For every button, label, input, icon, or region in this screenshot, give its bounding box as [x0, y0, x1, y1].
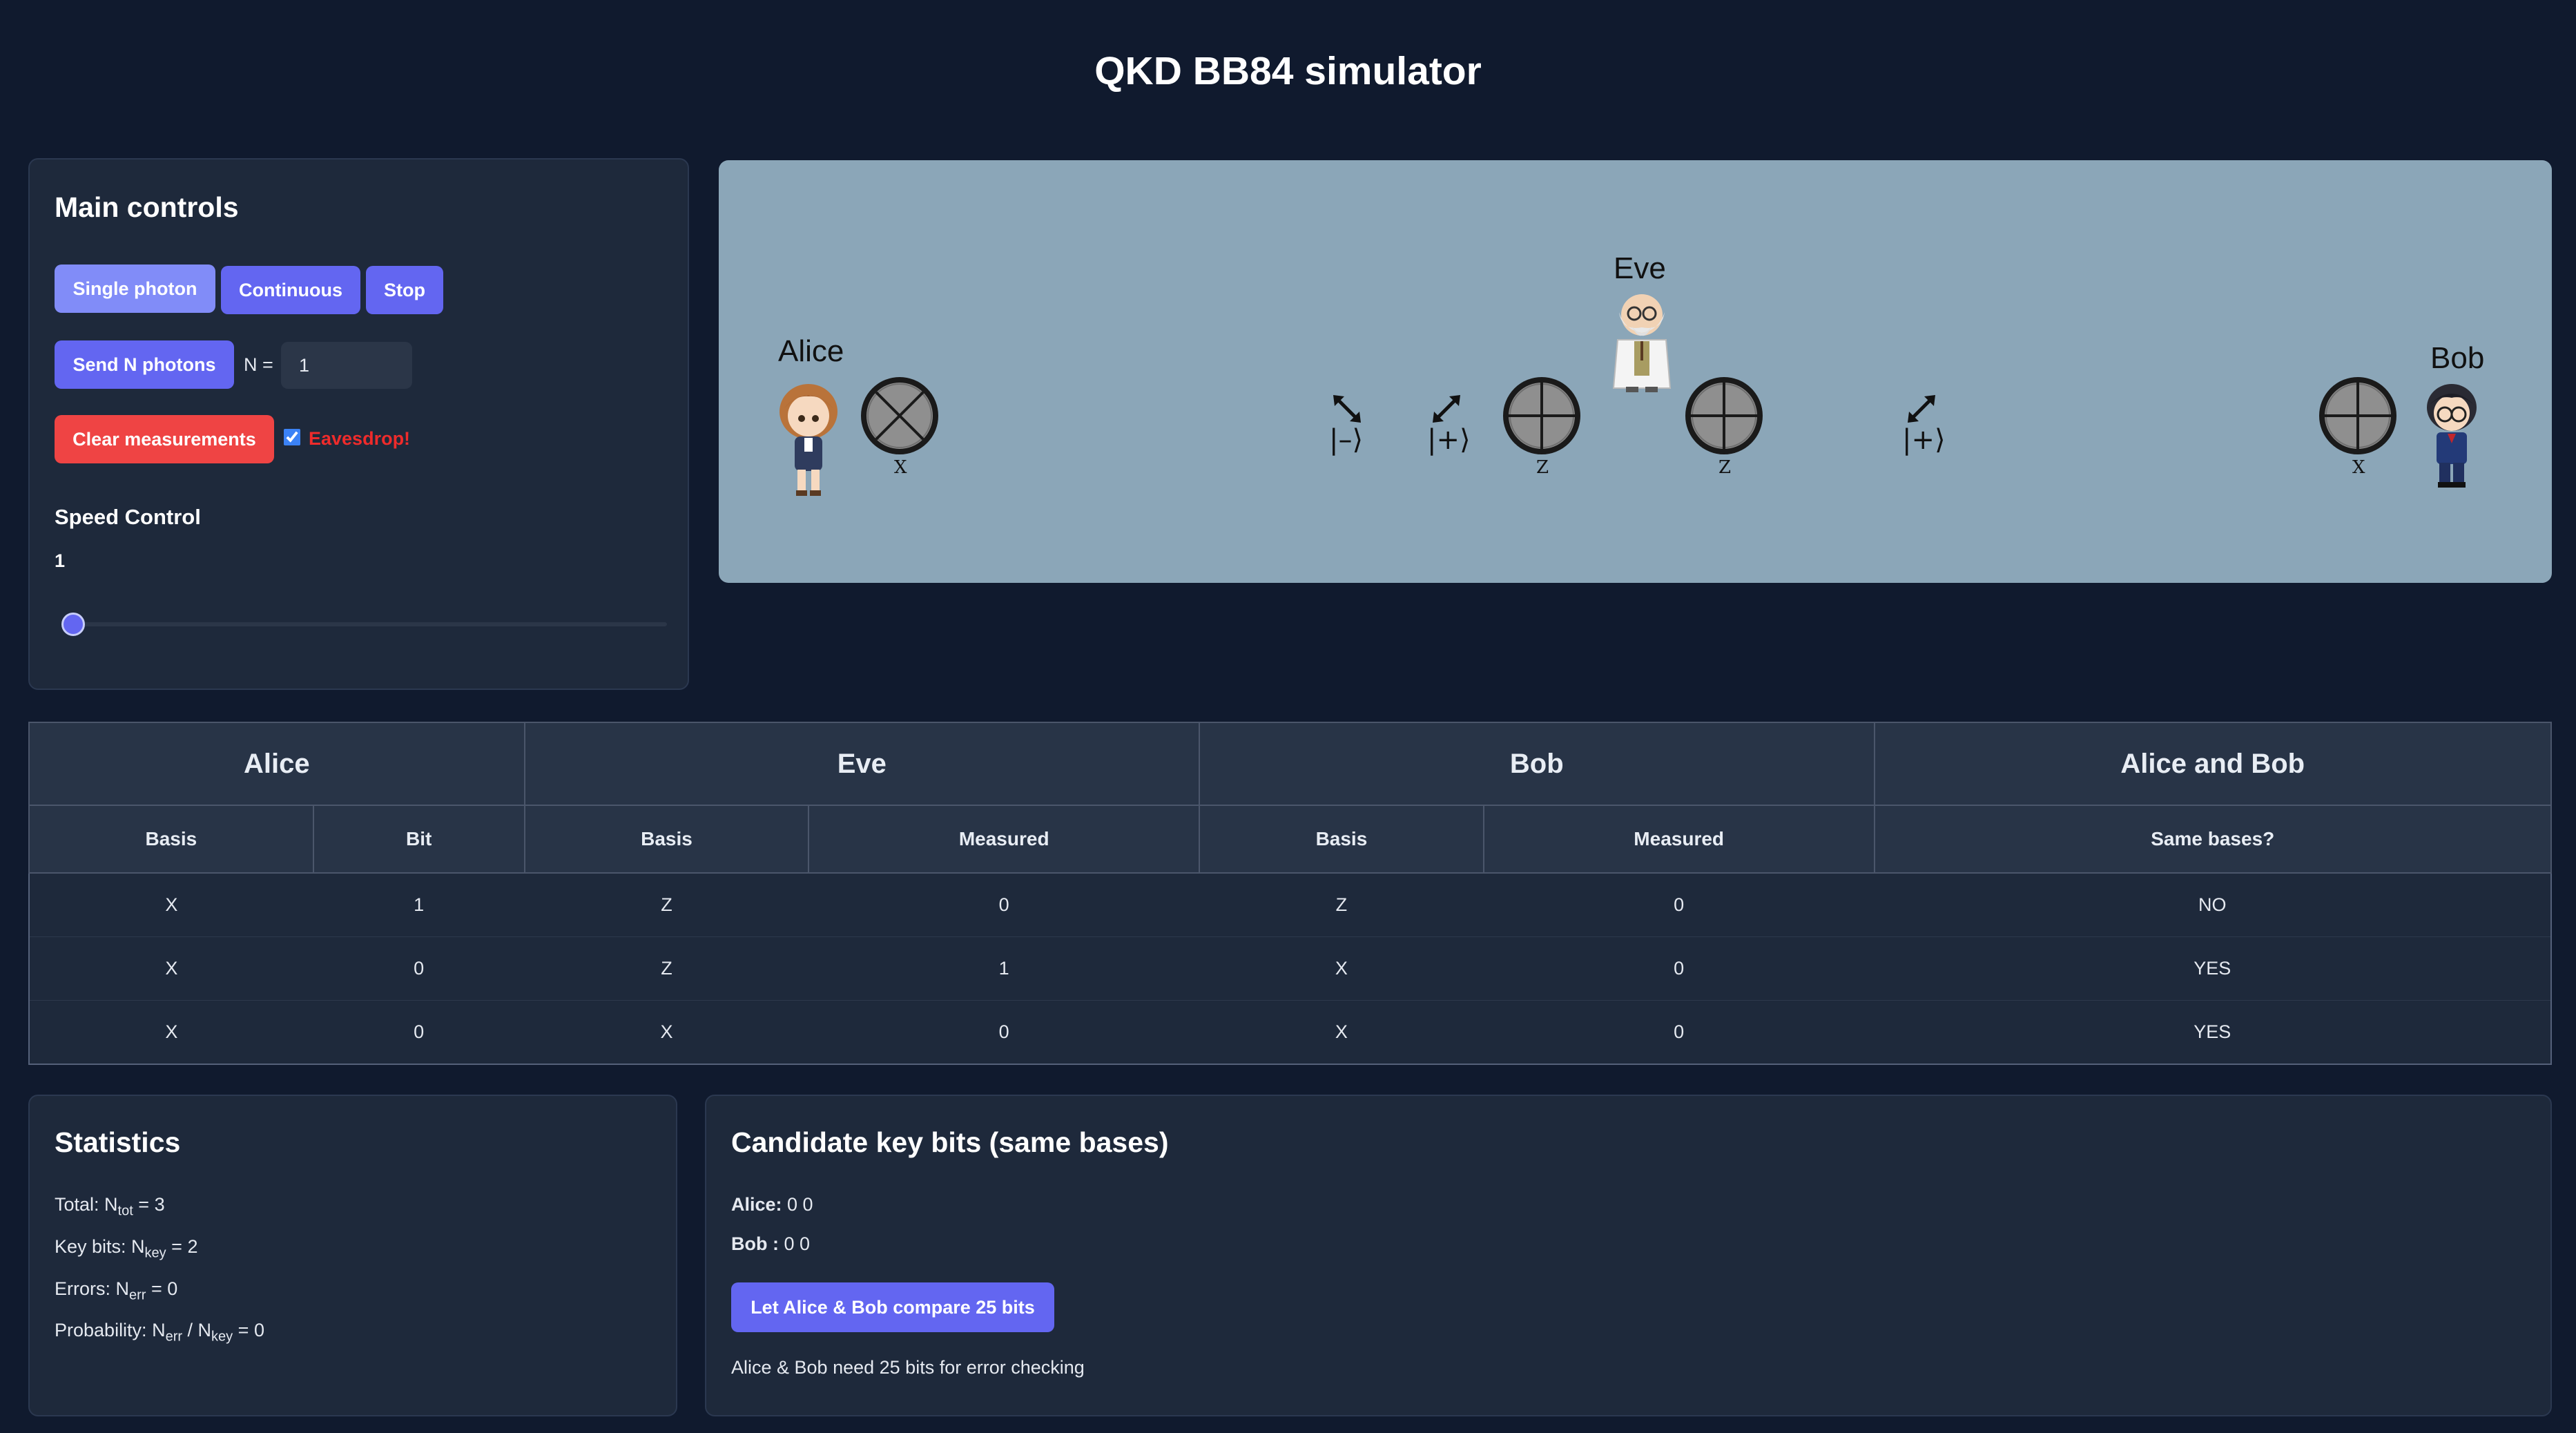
continuous-button[interactable]: Continuous	[221, 266, 360, 314]
alice-avatar-icon	[779, 384, 837, 496]
photon-arrow-icon	[1908, 395, 1935, 423]
send-n-photons-button[interactable]: Send N photons	[55, 340, 234, 389]
photon-state-label: |–⟩	[1329, 424, 1364, 456]
page-title: QKD BB84 simulator	[1094, 49, 1482, 93]
stop-button[interactable]: Stop	[366, 266, 443, 314]
compare-bits-button[interactable]: Let Alice & Bob compare 25 bits	[731, 1282, 1054, 1332]
alice-label: Alice	[778, 334, 844, 368]
main-controls-title: Main controls	[55, 191, 239, 223]
table-cell: 0	[808, 1000, 1200, 1065]
photon-arrow-icon	[1433, 395, 1460, 423]
stat-probability: Probability: Nerr / Nkey = 0	[55, 1320, 264, 1345]
statistics-panel: Statistics Total: Ntot = 3 Key bits: Nke…	[28, 1095, 677, 1416]
eve-input-basis-label: Z	[1536, 457, 1549, 478]
candidate-key-title: Candidate key bits (same bases)	[731, 1126, 1169, 1158]
table-cell: 1	[313, 872, 525, 937]
single-photon-button[interactable]: Single photon	[55, 265, 215, 313]
statistics-title: Statistics	[55, 1126, 181, 1158]
table-cell: 0	[1483, 872, 1875, 937]
table-cell: YES	[1874, 1000, 2551, 1065]
bob-key-bits: Bob : 0 0	[731, 1233, 811, 1254]
photon-arrow-icon	[1333, 395, 1361, 423]
table-cell: X	[29, 936, 313, 1001]
table-cell: Z	[524, 872, 809, 937]
results-table: Alice Eve Bob Alice and Bob Basis Bit Ba…	[28, 722, 2553, 1065]
speed-value: 1	[55, 550, 66, 571]
main-controls-panel: Main controls Single photon Continuous S…	[28, 158, 689, 690]
table-cell: X	[524, 1000, 809, 1065]
bob-basis-label: X	[2352, 457, 2365, 478]
bob-avatar-icon	[2427, 384, 2477, 488]
table-cell: X	[29, 1000, 313, 1065]
bob-label: Bob	[2430, 341, 2485, 375]
column-header: Bit	[312, 805, 525, 874]
eavesdrop-checkbox[interactable]	[284, 429, 300, 445]
eve-label: Eve	[1614, 251, 1666, 285]
clear-measurements-button[interactable]: Clear measurements	[55, 415, 274, 463]
group-header-bob: Bob	[1199, 722, 1875, 806]
group-header-eve: Eve	[523, 722, 1201, 806]
eve-output-polarizer-plus-icon	[1685, 377, 1763, 454]
table-cell: X	[29, 872, 313, 937]
alice-basis-label: X	[894, 457, 907, 478]
table-cell: 0	[1483, 1000, 1875, 1065]
n-label: N =	[244, 354, 273, 375]
alice-polarizer-x-icon	[861, 377, 938, 454]
table-cell: Z	[524, 936, 809, 1001]
stat-key-bits: Key bits: Nkey = 2	[55, 1236, 198, 1261]
column-header: Basis	[1199, 805, 1484, 874]
column-header: Measured	[1482, 805, 1875, 874]
alice-key-bits: Alice: 0 0	[731, 1194, 813, 1215]
table-cell: 1	[808, 936, 1200, 1001]
stat-errors: Errors: Nerr = 0	[55, 1278, 178, 1303]
photon-state-label: |+⟩	[1902, 424, 1946, 456]
table-cell: NO	[1874, 872, 2551, 937]
bob-polarizer-plus-icon	[2319, 377, 2396, 454]
table-row: X 0 X 0 X 0 YES	[29, 1000, 2551, 1065]
eve-input-polarizer-plus-icon	[1503, 377, 1580, 454]
n-input[interactable]	[281, 342, 412, 389]
candidate-key-panel: Candidate key bits (same bases) Alice: 0…	[705, 1095, 2552, 1416]
photon-state-label: |+⟩	[1427, 424, 1471, 456]
speed-slider-thumb[interactable]	[61, 613, 85, 636]
table-row: X 0 Z 1 X 0 YES	[29, 936, 2551, 1001]
simulation-canvas: Alice Eve Bob X |–⟩ |+⟩ |+⟩ Z Z X	[719, 160, 2552, 583]
column-header: Same bases?	[1873, 805, 2553, 874]
column-header: Basis	[28, 805, 314, 874]
table-cell: 0	[313, 1000, 525, 1065]
table-cell: YES	[1874, 936, 2551, 1001]
error-check-note: Alice & Bob need 25 bits for error check…	[731, 1357, 1085, 1378]
eve-avatar-icon	[1612, 294, 1672, 392]
column-header: Measured	[808, 805, 1201, 874]
table-cell: X	[1199, 1000, 1484, 1065]
eve-output-basis-label: Z	[1718, 457, 1732, 478]
stat-total: Total: Ntot = 3	[55, 1194, 165, 1219]
table-cell: X	[1199, 936, 1484, 1001]
table-cell: 0	[808, 872, 1200, 937]
group-header-alice-and-bob: Alice and Bob	[1873, 722, 2553, 806]
eavesdrop-label[interactable]: Eavesdrop!	[309, 428, 410, 450]
column-header: Basis	[523, 805, 810, 874]
speed-slider-track[interactable]	[63, 622, 667, 626]
table-cell: Z	[1199, 872, 1484, 937]
table-cell: 0	[1483, 936, 1875, 1001]
table-cell: 0	[313, 936, 525, 1001]
speed-control-title: Speed Control	[55, 505, 201, 529]
table-row: X 1 Z 0 Z 0 NO	[29, 872, 2551, 937]
group-header-alice: Alice	[28, 722, 525, 806]
